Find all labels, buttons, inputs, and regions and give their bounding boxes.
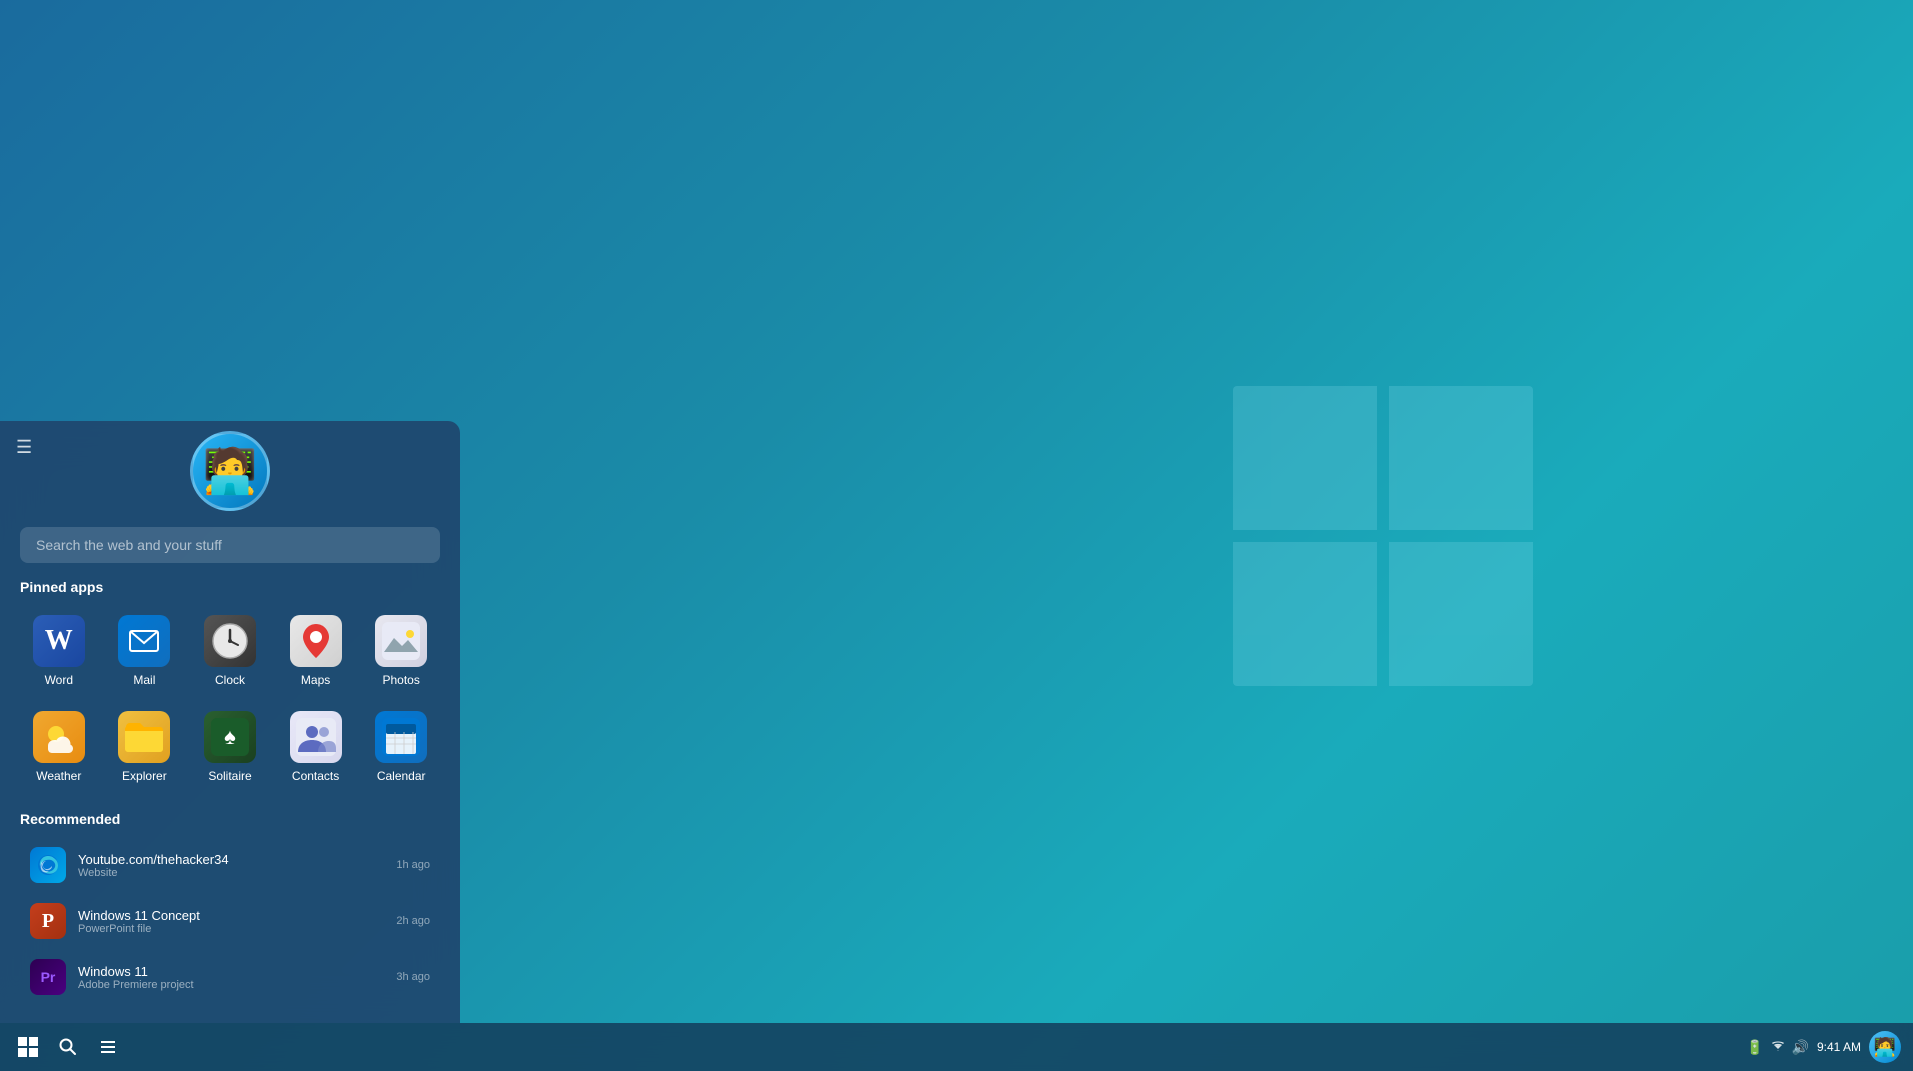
win-logo-pane-bl (1233, 542, 1377, 686)
tray-icons: 🔋 🔊 (1746, 1039, 1809, 1056)
photo-mountain-icon (382, 622, 420, 660)
folder-icon (124, 719, 164, 755)
explorer-label: Explorer (122, 769, 167, 783)
app-photos[interactable]: Photos (362, 607, 440, 695)
rec-item-youtube[interactable]: Youtube.com/thehacker34 Website 1h ago (20, 839, 440, 891)
card-spade-icon: ♠ (211, 718, 249, 756)
app-contacts[interactable]: Contacts (277, 703, 355, 791)
clock-label: Clock (215, 673, 245, 687)
rec-icon-edge (30, 847, 66, 883)
mail-label: Mail (133, 673, 155, 687)
rec-title-youtube: Youtube.com/thehacker34 (78, 852, 384, 867)
rec-icon-premiere: Pr (30, 959, 66, 995)
mail-envelope-icon (129, 630, 159, 652)
win-logo-pane-br (1389, 542, 1533, 686)
weather-sun-cloud-icon (38, 718, 80, 756)
app-calendar[interactable]: Calendar (362, 703, 440, 791)
calendar-label: Calendar (377, 769, 426, 783)
taskbar-left (12, 1031, 124, 1063)
rec-time-premiere: 3h ago (396, 971, 430, 983)
rec-info-ppt: Windows 11 Concept PowerPoint file (78, 908, 384, 935)
maps-label: Maps (301, 673, 330, 687)
clock-face-icon (211, 622, 249, 660)
windows-logo (1233, 386, 1533, 686)
rec-subtitle-premiere: Adobe Premiere project (78, 979, 384, 991)
maps-icon (290, 615, 342, 667)
app-mail[interactable]: Mail (106, 607, 184, 695)
windows-start-icon (18, 1037, 38, 1057)
calendar-icon (375, 711, 427, 763)
app-solitaire[interactable]: ♠ Solitaire (191, 703, 269, 791)
time-display: 9:41 AM (1817, 1039, 1861, 1056)
photos-icon (375, 615, 427, 667)
rec-icon-powerpoint: P (30, 903, 66, 939)
search-icon (59, 1038, 77, 1056)
search-input[interactable] (20, 527, 440, 563)
app-explorer[interactable]: Explorer (106, 703, 184, 791)
win-logo-pane-tl (1233, 386, 1377, 530)
recommended-title: Recommended (20, 811, 440, 827)
rec-subtitle-ppt: PowerPoint file (78, 923, 384, 935)
widgets-icon (99, 1038, 117, 1056)
start-button[interactable] (12, 1031, 44, 1063)
user-avatar[interactable]: 🧑‍💻 (190, 431, 270, 511)
rec-title-ppt: Windows 11 Concept (78, 908, 384, 923)
app-maps[interactable]: Maps (277, 607, 355, 695)
app-clock[interactable]: Clock (191, 607, 269, 695)
contacts-icon (290, 711, 342, 763)
rec-info-youtube: Youtube.com/thehacker34 Website (78, 852, 384, 879)
rec-item-ppt[interactable]: P Windows 11 Concept PowerPoint file 2h … (20, 895, 440, 947)
svg-text:♠: ♠ (224, 724, 236, 749)
contacts-label: Contacts (292, 769, 339, 783)
solitaire-label: Solitaire (208, 769, 251, 783)
rec-time-youtube: 1h ago (396, 859, 430, 871)
taskbar-right: 🔋 🔊 9:41 AM 🧑‍💻 (1746, 1031, 1901, 1063)
recommended-list: Youtube.com/thehacker34 Website 1h ago P… (20, 839, 440, 1003)
rec-info-premiere: Windows 11 Adobe Premiere project (78, 964, 384, 991)
rec-title-premiere: Windows 11 (78, 964, 384, 979)
rec-time-ppt: 2h ago (396, 915, 430, 927)
pinned-apps-title: Pinned apps (20, 579, 440, 595)
taskbar-widgets-button[interactable] (92, 1031, 124, 1063)
taskbar-time: 9:41 AM (1817, 1039, 1861, 1056)
word-label: Word (45, 673, 73, 687)
hamburger-button[interactable]: ☰ (16, 437, 32, 458)
contacts-people-icon (296, 718, 336, 756)
app-word[interactable]: W Word (20, 607, 98, 695)
win-logo-pane-tr (1389, 386, 1533, 530)
solitaire-icon: ♠ (204, 711, 256, 763)
rec-subtitle-youtube: Website (78, 867, 384, 879)
calendar-grid-icon (382, 718, 420, 756)
weather-icon (33, 711, 85, 763)
taskbar: 🔋 🔊 9:41 AM 🧑‍💻 (0, 1023, 1913, 1071)
wifi-icon (1770, 1039, 1786, 1056)
mail-icon (118, 615, 170, 667)
map-pin-icon (301, 622, 331, 660)
start-menu: 🧑‍💻 ☰ Pinned apps W Word Mail (0, 421, 460, 1023)
photos-label: Photos (383, 673, 420, 687)
weather-label: Weather (36, 769, 81, 783)
taskbar-avatar[interactable]: 🧑‍💻 (1869, 1031, 1901, 1063)
taskbar-search-button[interactable] (52, 1031, 84, 1063)
search-bar (20, 527, 440, 563)
explorer-icon (118, 711, 170, 763)
clock-icon (204, 615, 256, 667)
app-weather[interactable]: Weather (20, 703, 98, 791)
volume-icon: 🔊 (1792, 1039, 1809, 1056)
rec-item-premiere[interactable]: Pr Windows 11 Adobe Premiere project 3h … (20, 951, 440, 1003)
apps-grid: W Word Mail C (20, 607, 440, 791)
word-icon: W (33, 615, 85, 667)
battery-icon: 🔋 (1746, 1039, 1763, 1056)
